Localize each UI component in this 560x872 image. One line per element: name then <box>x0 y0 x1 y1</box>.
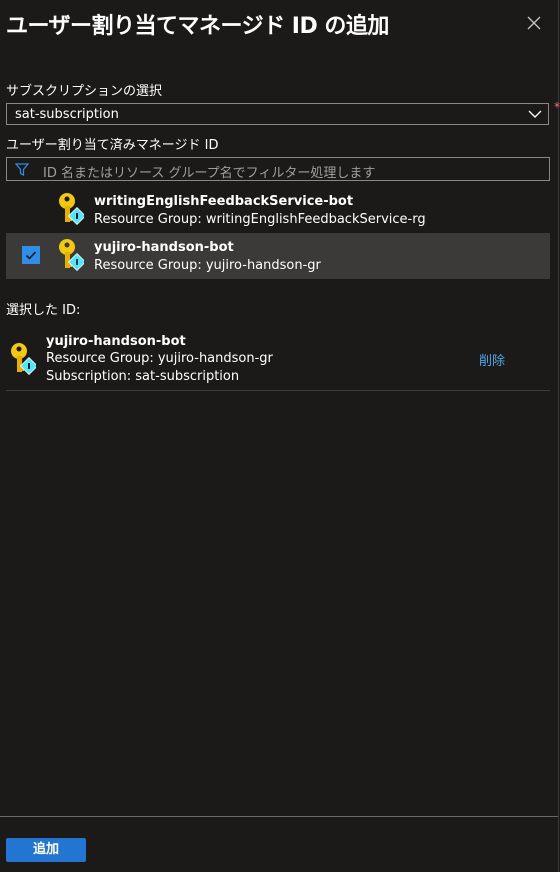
add-button[interactable]: 追加 <box>6 838 86 862</box>
close-icon[interactable] <box>525 14 543 32</box>
required-marker: * <box>554 100 560 114</box>
managed-identity-key-icon <box>59 193 84 226</box>
identity-checkbox[interactable] <box>22 246 40 264</box>
footer-divider <box>0 816 558 817</box>
identity-row[interactable]: writingEnglishFeedbackService-bot Resour… <box>6 187 550 233</box>
managed-identity-key-icon <box>59 239 84 272</box>
subscription-label: サブスクリプションの選択 <box>6 84 163 99</box>
selected-identity-subscription: Subscription: sat-subscription <box>46 369 240 384</box>
identities-label: ユーザー割り当て済みマネージド ID <box>6 138 219 153</box>
selected-ids-label: 選択した ID: <box>6 303 81 318</box>
panel-title: ユーザー割り当てマネージド ID の追加 <box>6 14 389 39</box>
subscription-select[interactable]: sat-subscription <box>6 103 549 125</box>
add-managed-identity-panel: ユーザー割り当てマネージド ID の追加 サブスクリプションの選択 sat-su… <box>0 0 560 872</box>
identity-name: yujiro-handson-bot <box>94 240 234 255</box>
checkmark-icon <box>25 251 37 260</box>
selected-identity-item: yujiro-handson-bot Resource Group: yujir… <box>6 332 550 391</box>
managed-identity-key-icon <box>11 343 36 376</box>
filter-placeholder: ID 名またはリソース グループ名でフィルター処理します <box>43 166 376 181</box>
subscription-select-value: sat-subscription <box>15 107 119 122</box>
identity-filter-input[interactable]: ID 名またはリソース グループ名でフィルター処理します <box>6 157 550 181</box>
selected-identity-resource-group: Resource Group: yujiro-handson-gr <box>46 351 273 366</box>
identity-resource-group: Resource Group: writingEnglishFeedbackSe… <box>94 212 426 227</box>
identity-resource-group: Resource Group: yujiro-handson-gr <box>94 258 321 273</box>
chevron-down-icon <box>528 110 542 118</box>
identity-name: writingEnglishFeedbackService-bot <box>94 194 354 209</box>
filter-icon <box>15 163 29 176</box>
remove-link[interactable]: 削除 <box>479 350 505 369</box>
selected-identity-name: yujiro-handson-bot <box>46 334 186 349</box>
identity-row-selected[interactable]: yujiro-handson-bot Resource Group: yujir… <box>6 233 550 279</box>
